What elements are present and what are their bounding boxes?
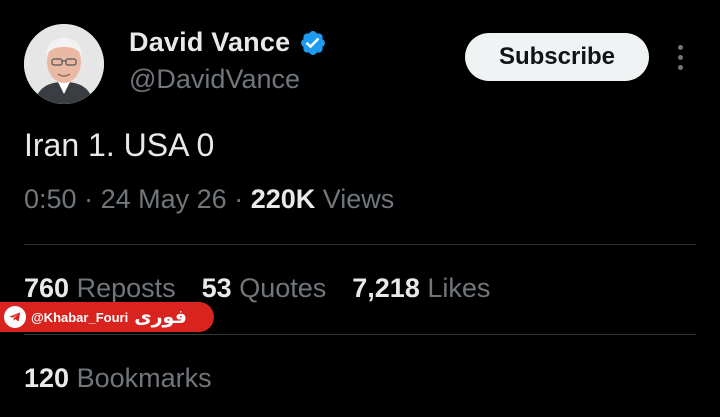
meta-separator: · — [84, 184, 94, 214]
watermark-banner: @Khabar_Fouri فوری — [0, 302, 214, 332]
watermark-handle: @Khabar_Fouri — [31, 309, 129, 325]
tweet-meta: 0:50 · 24 May 26 · 220K Views — [24, 184, 394, 215]
likes-count: 7,218 — [352, 273, 420, 303]
bookmarks-stat[interactable]: 120 Bookmarks — [24, 363, 212, 394]
meta-separator: · — [234, 184, 244, 214]
reposts-count: 760 — [24, 273, 70, 303]
likes-stat[interactable]: 7,218 Likes — [352, 273, 490, 304]
telegram-icon — [4, 306, 26, 328]
quotes-count: 53 — [201, 273, 232, 303]
avatar-image — [24, 24, 104, 104]
divider — [24, 334, 696, 335]
quotes-label: Quotes — [239, 273, 327, 303]
reposts-stat[interactable]: 760 Reposts — [24, 273, 176, 304]
reposts-label: Reposts — [76, 273, 176, 303]
tweet-time[interactable]: 0:50 — [24, 184, 77, 214]
tweet-date[interactable]: 24 May 26 — [101, 184, 227, 214]
avatar[interactable] — [24, 24, 104, 104]
name-row: David Vance — [129, 27, 327, 58]
tweet-text: Iran 1. USA 0 — [24, 127, 215, 163]
views-label: Views — [322, 184, 395, 214]
views-count[interactable]: 220K — [251, 184, 316, 214]
divider — [24, 244, 696, 245]
watermark-logo: فوری — [134, 306, 187, 328]
verified-badge-icon — [299, 29, 327, 57]
display-name[interactable]: David Vance — [129, 27, 290, 58]
more-options-icon[interactable] — [668, 40, 692, 74]
quotes-stat[interactable]: 53 Quotes — [202, 273, 327, 304]
user-handle[interactable]: @DavidVance — [129, 64, 300, 95]
subscribe-button[interactable]: Subscribe — [465, 33, 649, 81]
engagement-stats: 760 Reposts 53 Quotes 7,218 Likes — [24, 273, 490, 304]
likes-label: Likes — [427, 273, 491, 303]
bookmarks-count: 120 — [24, 363, 70, 393]
bookmarks-label: Bookmarks — [76, 363, 212, 393]
